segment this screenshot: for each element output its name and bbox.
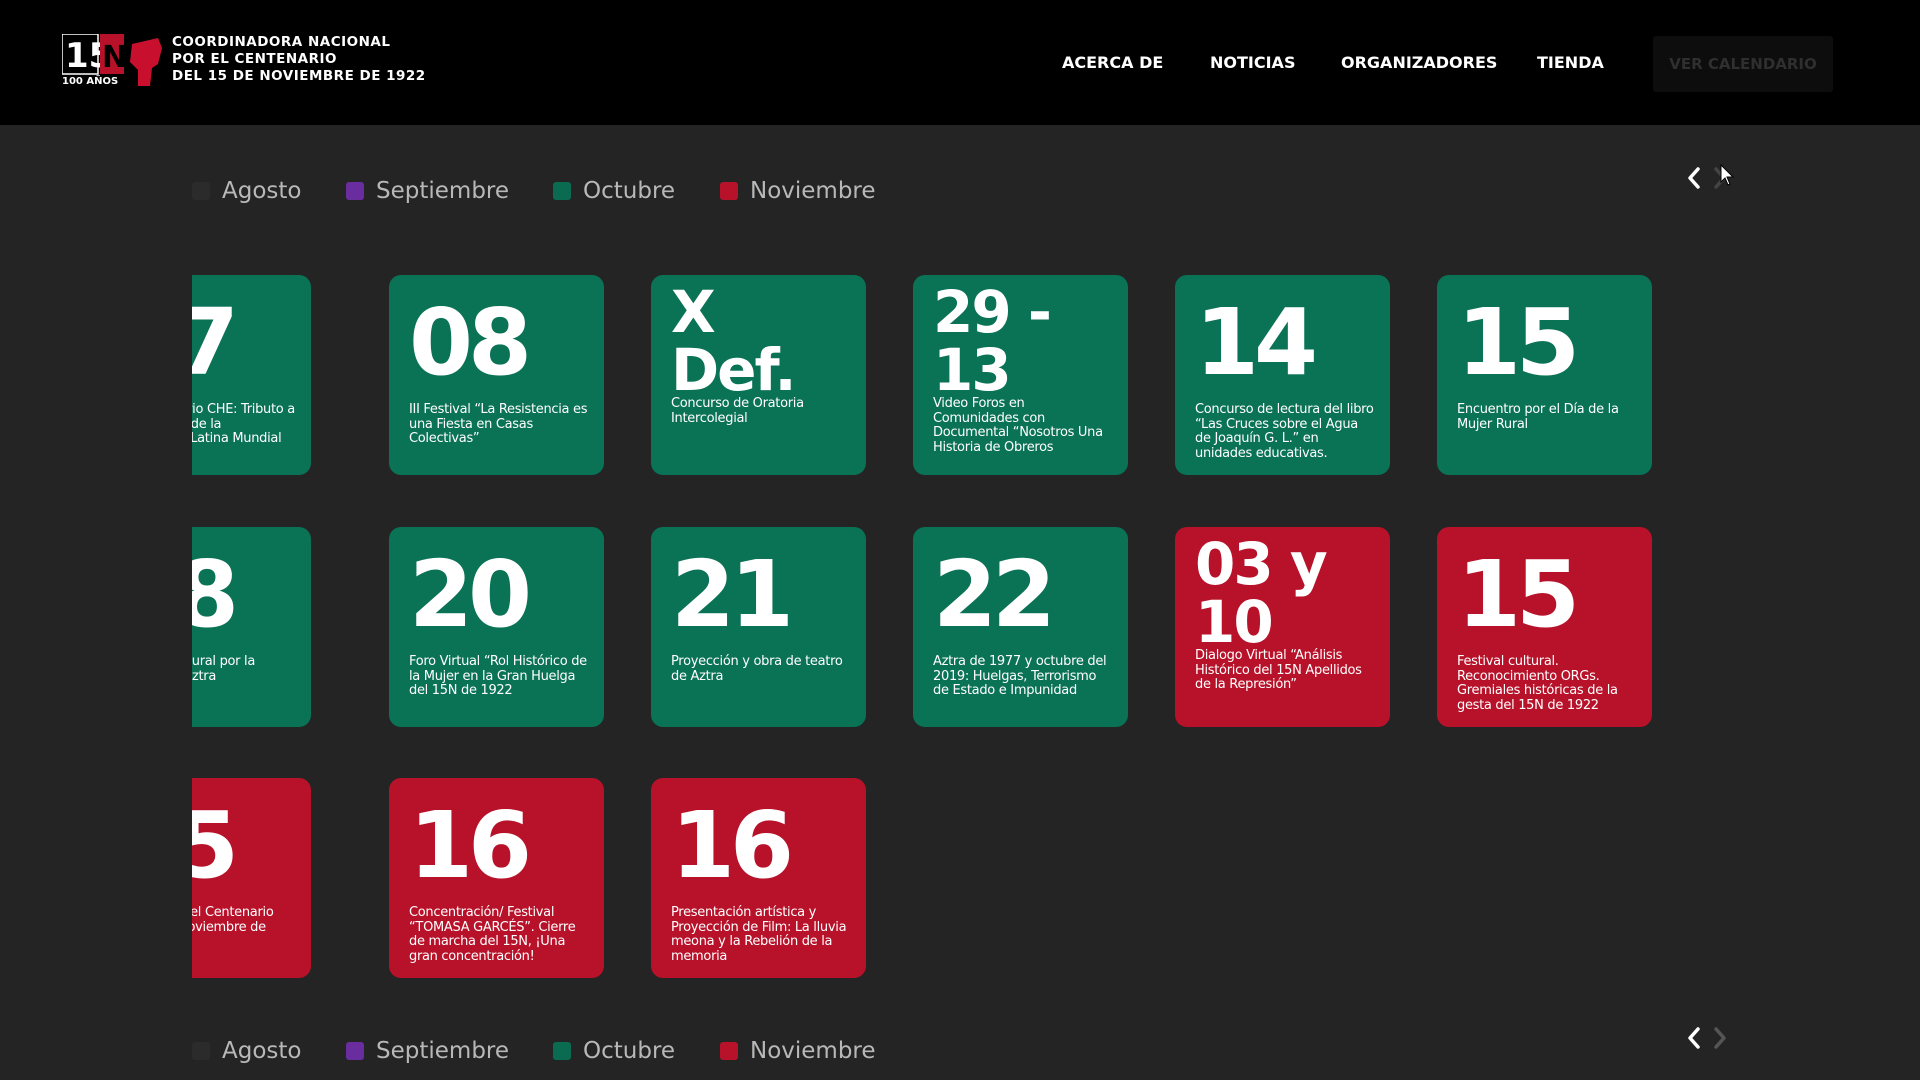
event-card[interactable]: 14 Concurso de lectura del libro “Las Cr… xyxy=(1175,275,1390,475)
event-description: Festival Cultural por la Huelga de Aztra xyxy=(192,654,256,684)
legend-label: Octubre xyxy=(583,178,676,204)
legend-swatch xyxy=(720,182,738,200)
chevron-left-icon xyxy=(1688,167,1700,189)
logo-line-2: POR EL CENTENARIO xyxy=(172,51,337,67)
event-description: Aztra de 1977 y octubre del 2019: Huelga… xyxy=(933,654,1107,698)
nav-acerca-de[interactable]: ACERCA DE xyxy=(1062,53,1163,72)
legend-swatch xyxy=(553,182,571,200)
logo-line-3: DEL 15 DE NOVIEMBRE DE 1922 xyxy=(172,68,426,84)
logo[interactable]: 15 N 100 AÑOS xyxy=(61,33,166,87)
event-card[interactable]: 20 Foro Virtual “Rol Histórico de la Muj… xyxy=(389,527,604,727)
event-description: III Festival “La Resistencia es una Fies… xyxy=(409,402,588,446)
event-date: 15 xyxy=(192,792,239,899)
event-description: Proyección y obra de teatro de Aztra xyxy=(671,654,843,684)
legend-swatch xyxy=(346,182,364,200)
nav-tienda[interactable]: TIENDA xyxy=(1537,53,1604,72)
logo-line-1: COORDINADORA NACIONAL xyxy=(172,34,391,50)
event-card[interactable]: 16 Concentración/ Festival “TOMASA GARCÉ… xyxy=(389,778,604,978)
legend-septiembre[interactable]: Septiembre xyxy=(346,1038,509,1064)
event-description: Encuentro por el Día de la Mujer Rural xyxy=(1457,402,1619,432)
legend-swatch xyxy=(720,1042,738,1060)
mouse-cursor-icon xyxy=(1720,163,1736,192)
event-date: 14 xyxy=(1195,289,1318,396)
nav-organizadores[interactable]: ORGANIZADORES xyxy=(1341,53,1497,72)
event-date: 15 xyxy=(1457,541,1580,648)
event-description: Concentración/ Festival “TOMASA GARCÉS”.… xyxy=(409,905,576,964)
logo-icon: 15 N 100 AÑOS xyxy=(61,33,162,87)
legend-swatch xyxy=(346,1042,364,1060)
logo-text: COORDINADORA NACIONAL POR EL CENTENARIO … xyxy=(172,34,472,85)
event-date: 07 xyxy=(192,289,239,396)
nav-noticias[interactable]: NOTICIAS xyxy=(1210,53,1295,72)
chevron-left-icon xyxy=(1688,1027,1700,1049)
legend-agosto[interactable]: Agosto xyxy=(192,1038,301,1064)
event-description: Foro Virtual “Rol Histórico de la Mujer … xyxy=(409,654,587,698)
legend-label: Septiembre xyxy=(376,1038,510,1064)
prev-arrow-bottom[interactable] xyxy=(1680,1024,1708,1052)
event-description: Conversatorio CHE: Tributo a la memoria … xyxy=(192,402,295,446)
event-date: 08 xyxy=(409,289,532,396)
event-date: 20 xyxy=(409,541,532,648)
event-description: Concurso de lectura del libro “Las Cruce… xyxy=(1195,402,1374,461)
event-card[interactable]: X Def. Concurso de Oratoria Intercolegia… xyxy=(651,275,866,475)
event-card[interactable]: 21 Proyección y obra de teatro de Aztra xyxy=(651,527,866,727)
event-date: 18 xyxy=(192,541,239,648)
ver-calendario-button[interactable]: VER CALENDARIO xyxy=(1653,36,1833,92)
event-date: X Def. xyxy=(671,278,797,404)
legend-label: Noviembre xyxy=(750,178,876,204)
legend-label: Septiembre xyxy=(376,178,510,204)
event-date: 03 y 10 xyxy=(1195,530,1328,656)
event-card[interactable]: 15 Marcha por el Centenario del 15 de No… xyxy=(192,778,311,978)
event-card[interactable]: 29 - 13 Video Foros en Comunidades con D… xyxy=(913,275,1128,475)
legend-agosto[interactable]: Agosto xyxy=(192,178,301,204)
legend-label: Octubre xyxy=(583,1038,676,1064)
event-card[interactable]: 03 y 10 Dialogo Virtual “Análisis Histór… xyxy=(1175,527,1390,727)
event-description: Presentación artística y Proyección de F… xyxy=(671,905,847,964)
events-grid: 07 Conversatorio CHE: Tributo a la memor… xyxy=(192,260,1652,990)
chevron-right-icon xyxy=(1714,1027,1726,1049)
legend-septiembre[interactable]: Septiembre xyxy=(346,178,509,204)
event-description: Marcha por el Centenario del 15 de Novie… xyxy=(192,905,274,935)
event-description: Dialogo Virtual “Análisis Histórico del … xyxy=(1195,648,1362,692)
event-card[interactable]: 15 Encuentro por el Día de la Mujer Rura… xyxy=(1437,275,1652,475)
event-date: 15 xyxy=(1457,289,1580,396)
legend-label: Agosto xyxy=(222,1038,302,1064)
legend-swatch xyxy=(192,182,210,200)
fist-icon xyxy=(130,38,162,86)
logo-years: 100 AÑOS xyxy=(62,74,118,86)
legend-swatch xyxy=(553,1042,571,1060)
legend-octubre[interactable]: Octubre xyxy=(553,178,675,204)
legend-octubre[interactable]: Octubre xyxy=(553,1038,675,1064)
event-card[interactable]: 08 III Festival “La Resistencia es una F… xyxy=(389,275,604,475)
site-header: 15 N 100 AÑOS COORDINADORA NACIONAL POR … xyxy=(0,0,1920,125)
next-arrow-bottom[interactable] xyxy=(1706,1024,1734,1052)
legend-swatch xyxy=(192,1042,210,1060)
event-description: Video Foros en Comunidades con Documenta… xyxy=(933,396,1103,455)
legend-noviembre[interactable]: Noviembre xyxy=(720,1038,876,1064)
event-date: 21 xyxy=(671,541,794,648)
prev-arrow-top[interactable] xyxy=(1680,164,1708,192)
event-card[interactable]: 16 Presentación artística y Proyección d… xyxy=(651,778,866,978)
event-date: 16 xyxy=(409,792,532,899)
event-card[interactable]: 22 Aztra de 1977 y octubre del 2019: Hue… xyxy=(913,527,1128,727)
legend-noviembre[interactable]: Noviembre xyxy=(720,178,876,204)
event-date: 29 - 13 xyxy=(933,278,1052,404)
legend-label: Noviembre xyxy=(750,1038,876,1064)
event-description: Concurso de Oratoria Intercolegial xyxy=(671,396,804,426)
event-date: 16 xyxy=(671,792,794,899)
event-card[interactable]: 18 Festival Cultural por la Huelga de Az… xyxy=(192,527,311,727)
event-card[interactable]: 15 Festival cultural. Reconocimiento ORG… xyxy=(1437,527,1652,727)
logo-letter: N xyxy=(102,40,127,75)
event-description: Festival cultural. Reconocimiento ORGs. … xyxy=(1457,654,1618,713)
event-date: 22 xyxy=(933,541,1056,648)
event-card[interactable]: 07 Conversatorio CHE: Tributo a la memor… xyxy=(192,275,311,475)
legend-label: Agosto xyxy=(222,178,302,204)
